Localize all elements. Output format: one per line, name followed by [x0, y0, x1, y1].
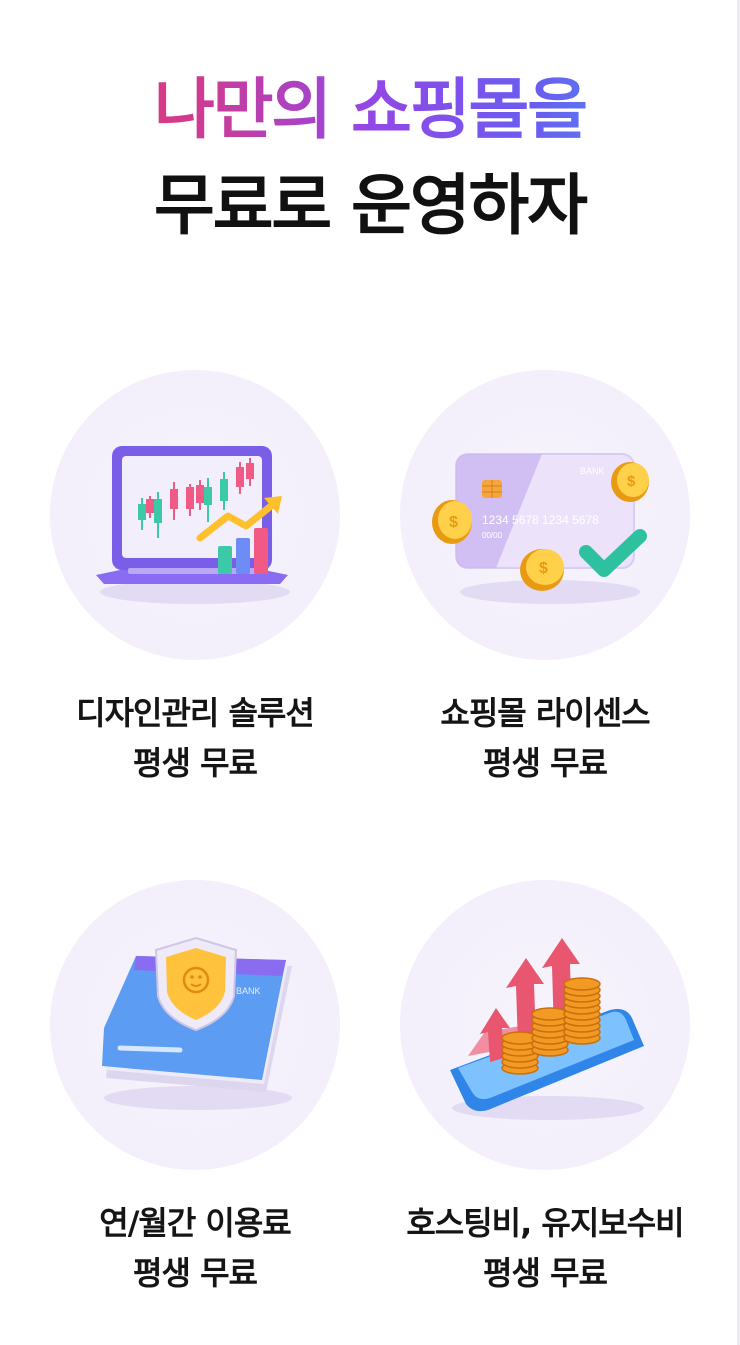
hero-headline: 나만의 쇼핑몰을 무료로 운영하자 — [0, 62, 740, 254]
feature-label: 디자인관리 솔루션 평생 무료 — [20, 688, 370, 788]
feature-subtitle: 평생 무료 — [133, 744, 258, 782]
feature-card-design: 디자인관리 솔루션 평생 무료 — [20, 370, 370, 790]
phone-coins-arrows-icon — [450, 938, 644, 1120]
svg-text:$: $ — [627, 473, 636, 490]
feature-subtitle: 평생 무료 — [483, 744, 608, 782]
feature-card-usage-fee: BANK 연/월간 이용료 평생 무료 — [20, 880, 370, 1300]
bank-book-shield-icon: BANK — [102, 936, 292, 1110]
feature-subtitle: 평생 무료 — [483, 1254, 608, 1292]
svg-text:$: $ — [539, 560, 548, 577]
headline-line-1: 나만의 쇼핑몰을 — [0, 62, 740, 158]
feature-label: 호스팅비, 유지보수비 평생 무료 — [370, 1198, 720, 1298]
feature-title: 연/월간 이용료 — [99, 1204, 291, 1242]
feature-label: 쇼핑몰 라이센스 평생 무료 — [370, 688, 720, 788]
card-expiry-text: 00/00 — [482, 531, 503, 540]
feature-title: 디자인관리 솔루션 — [76, 694, 315, 732]
book-brand-text: BANK — [236, 986, 261, 996]
feature-title: 호스팅비, 유지보수비 — [406, 1204, 684, 1242]
feature-card-hosting: 호스팅비, 유지보수비 평생 무료 — [370, 880, 720, 1300]
feature-label: 연/월간 이용료 평생 무료 — [20, 1198, 370, 1298]
credit-card-icon: 1234 5678 1234 5678 00/00 BANK $ $ $ — [432, 453, 649, 604]
card-number-text: 1234 5678 1234 5678 — [482, 513, 599, 527]
laptop-chart-icon — [96, 446, 290, 604]
card-brand-text: BANK — [580, 466, 605, 476]
feature-title: 쇼핑몰 라이센스 — [440, 694, 650, 732]
headline-line-2: 무료로 운영하자 — [153, 167, 588, 244]
svg-text:$: $ — [449, 514, 458, 531]
feature-icon-circle — [400, 880, 690, 1170]
feature-icon-circle — [50, 370, 340, 660]
feature-subtitle: 평생 무료 — [133, 1254, 258, 1292]
feature-card-license: 1234 5678 1234 5678 00/00 BANK $ $ $ 쇼핑몰… — [370, 370, 720, 790]
feature-icon-circle: 1234 5678 1234 5678 00/00 BANK $ $ $ — [400, 370, 690, 660]
feature-icon-circle: BANK — [50, 880, 340, 1170]
